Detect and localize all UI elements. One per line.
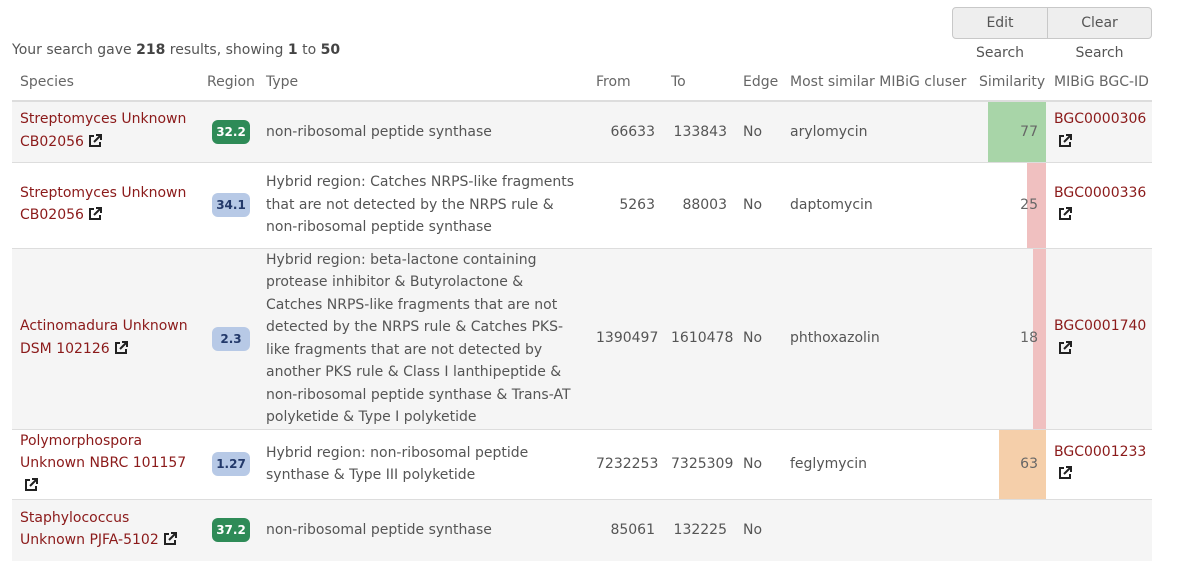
col-region[interactable]: Region (199, 63, 258, 102)
table-row: Polymorphospora Unknown NBRC 101157 1.27 H… (12, 428, 1152, 500)
bgc-id-link[interactable]: BGC0000306 (1054, 111, 1146, 127)
external-link-icon[interactable] (114, 340, 128, 363)
mibig-cluster-cell (782, 499, 971, 561)
region-cell: 1.27 (199, 428, 258, 500)
region-badge[interactable]: 32.2 (212, 119, 250, 144)
col-similarity[interactable]: Similarity (971, 63, 1046, 102)
external-link-icon[interactable] (1058, 206, 1072, 229)
mibig-cluster-cell: arylomycin (782, 100, 971, 162)
similarity-cell (971, 499, 1046, 561)
external-link-icon[interactable] (163, 531, 177, 554)
results-summary: Your search gave 218 results, showing 1 … (12, 42, 340, 58)
species-link[interactable]: Actinomadura Unknown DSM 102126 (20, 318, 188, 357)
bgc-id-cell: BGC0000306 (1046, 100, 1152, 162)
table-row: Streptomyces Unknown CB02056 34.1 Hybrid r… (12, 161, 1152, 248)
external-link-icon[interactable] (1058, 133, 1072, 156)
col-to[interactable]: To (663, 63, 735, 102)
col-mibig[interactable]: Most similar MIBiG cluser (782, 63, 971, 102)
edge-cell: No (735, 161, 782, 248)
to-cell: 132225 (663, 499, 735, 561)
similarity-value: 77 (1020, 123, 1038, 140)
bgc-id-cell (1046, 499, 1152, 561)
species-cell: Polymorphospora Unknown NBRC 101157 (12, 428, 199, 500)
table-row: Staphylococcus Unknown PJFA-5102 37.2 non-… (12, 499, 1152, 561)
col-type[interactable]: Type (258, 63, 588, 102)
type-cell: Hybrid region: non-ribosomal peptide syn… (258, 428, 588, 500)
mibig-cluster-cell: daptomycin (782, 161, 971, 248)
result-total: 218 (136, 42, 166, 58)
region-cell: 34.1 (199, 161, 258, 248)
to-cell: 7325309 (663, 428, 735, 500)
region-badge[interactable]: 37.2 (212, 518, 250, 543)
result-to: 50 (320, 42, 341, 58)
bgc-id-link[interactable]: BGC0001740 (1054, 318, 1146, 334)
species-cell: Streptomyces Unknown CB02056 (12, 161, 199, 248)
species-cell: Actinomadura Unknown DSM 102126 (12, 247, 199, 429)
region-badge[interactable]: 1.27 (212, 452, 250, 477)
external-link-icon[interactable] (1058, 465, 1072, 488)
col-species[interactable]: Species (12, 63, 199, 102)
edge-cell: No (735, 247, 782, 429)
species-link[interactable]: Streptomyces Unknown CB02056 (20, 111, 186, 150)
bgc-id-cell: BGC0000336 (1046, 161, 1152, 248)
type-cell: Hybrid region: Catches NRPS-like fragmen… (258, 161, 588, 248)
clear-search-button[interactable]: Clear Search (1048, 7, 1152, 61)
type-cell: non-ribosomal peptide synthase (258, 100, 588, 162)
table-header-row: Species Region Type From To Edge Most si… (12, 63, 1152, 102)
bgc-id-link[interactable]: BGC0000336 (1054, 185, 1146, 201)
type-cell: Hybrid region: beta-lactone containing p… (258, 247, 588, 429)
region-cell: 2.3 (199, 247, 258, 429)
region-cell: 37.2 (199, 499, 258, 561)
species-cell: Streptomyces Unknown CB02056 (12, 100, 199, 162)
species-link[interactable]: Staphylococcus Unknown PJFA-5102 (20, 510, 177, 548)
results-table: Species Region Type From To Edge Most si… (12, 63, 1152, 561)
external-link-icon[interactable] (1058, 340, 1072, 363)
similarity-value: 25 (1020, 196, 1038, 213)
species-link[interactable]: Polymorphospora Unknown NBRC 101157 (20, 433, 186, 494)
summary-mid: results, showing (169, 42, 284, 58)
external-link-icon[interactable] (88, 206, 102, 229)
from-cell: 1390497 (588, 247, 663, 429)
bgc-id-cell: BGC0001233 (1046, 428, 1152, 500)
edge-cell: No (735, 100, 782, 162)
table-row: Actinomadura Unknown DSM 102126 2.3 Hybrid… (12, 247, 1152, 429)
similarity-cell: 63 (971, 428, 1046, 500)
to-cell: 1610478 (663, 247, 735, 429)
bgc-id-link[interactable]: BGC0001233 (1054, 444, 1146, 460)
summary-to-word: to (302, 42, 317, 58)
from-cell: 66633 (588, 100, 663, 162)
species-link[interactable]: Streptomyces Unknown CB02056 (20, 185, 186, 224)
from-cell: 5263 (588, 161, 663, 248)
table-row: Streptomyces Unknown CB02056 32.2 non-ribo… (12, 100, 1152, 162)
to-cell: 133843 (663, 100, 735, 162)
region-badge[interactable]: 2.3 (212, 326, 250, 351)
from-cell: 7232253 (588, 428, 663, 500)
similarity-value: 18 (1020, 330, 1038, 347)
bgc-id-cell: BGC0001740 (1046, 247, 1152, 429)
mibig-cluster-cell: feglymycin (782, 428, 971, 500)
edge-cell: No (735, 499, 782, 561)
edit-search-button[interactable]: Edit Search (952, 7, 1048, 61)
similarity-cell: 77 (971, 100, 1046, 162)
similarity-value: 63 (1020, 456, 1038, 472)
edge-cell: No (735, 428, 782, 500)
result-from: 1 (287, 42, 298, 58)
external-link-icon[interactable] (24, 477, 38, 500)
species-cell: Staphylococcus Unknown PJFA-5102 (12, 499, 199, 561)
col-bgc-id[interactable]: MIBiG BGC-ID (1046, 63, 1152, 102)
col-from[interactable]: From (588, 63, 663, 102)
search-button-group: Edit Search Clear Search (952, 7, 1152, 61)
similarity-cell: 25 (971, 161, 1046, 248)
mibig-cluster-cell: phthoxazolin (782, 247, 971, 429)
col-edge[interactable]: Edge (735, 63, 782, 102)
to-cell: 88003 (663, 161, 735, 248)
region-cell: 32.2 (199, 100, 258, 162)
type-cell: non-ribosomal peptide synthase (258, 499, 588, 561)
summary-prefix: Your search gave (12, 42, 132, 58)
from-cell: 85061 (588, 499, 663, 561)
region-badge[interactable]: 34.1 (212, 193, 250, 217)
external-link-icon[interactable] (88, 133, 102, 156)
similarity-cell: 18 (971, 247, 1046, 429)
